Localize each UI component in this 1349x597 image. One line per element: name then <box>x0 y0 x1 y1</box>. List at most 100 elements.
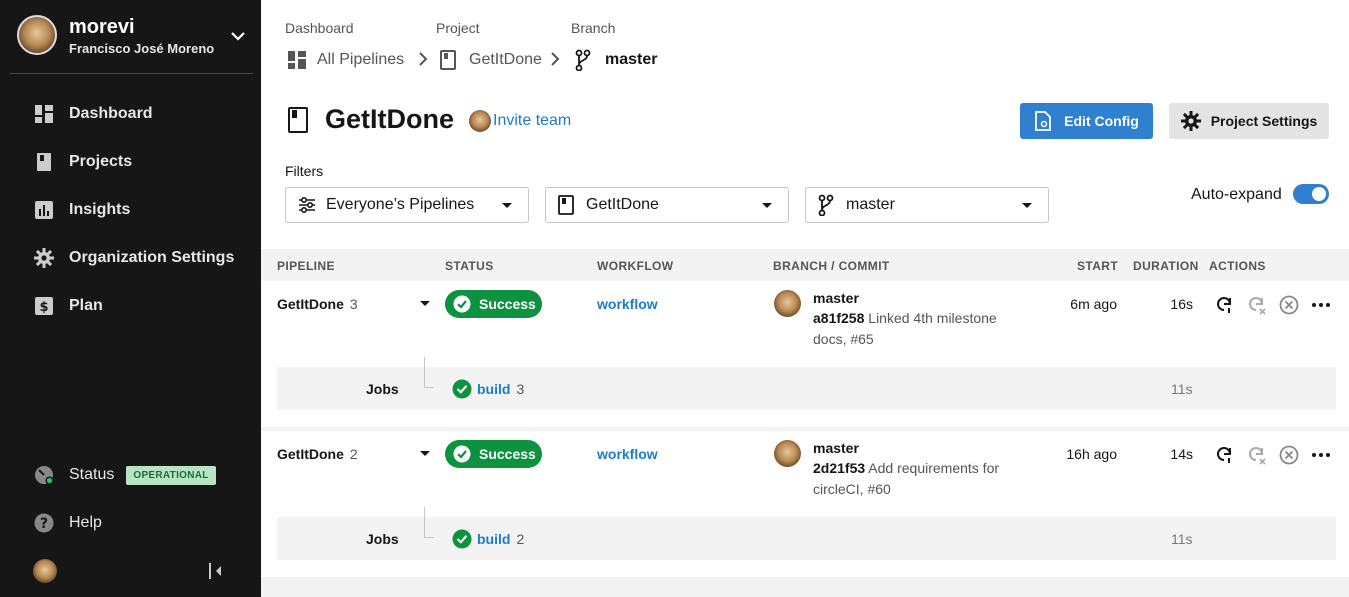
chevron-right-icon <box>551 52 560 66</box>
chevron-down-icon[interactable] <box>229 27 247 45</box>
status-badge[interactable]: Success <box>445 290 542 318</box>
help-label: Help <box>69 514 102 531</box>
column-header-pipeline: PIPELINE <box>277 259 335 273</box>
user-avatar[interactable] <box>33 559 57 583</box>
breadcrumb-all-pipelines[interactable]: All Pipelines <box>287 48 404 72</box>
edit-config-button[interactable]: Edit Config <box>1020 103 1153 139</box>
auto-expand-toggle[interactable] <box>1293 184 1329 204</box>
sidebar-item-label: Insights <box>69 201 131 218</box>
file-config-icon <box>1034 111 1054 131</box>
project-icon <box>439 49 459 71</box>
rerun-icon[interactable] <box>1215 295 1235 315</box>
branch-icon <box>575 49 595 71</box>
breadcrumb-text: All Pipelines <box>317 51 405 68</box>
breadcrumb-label-branch: Branch <box>571 20 616 36</box>
rerun-failed-icon[interactable] <box>1247 445 1267 465</box>
branch-name[interactable]: master <box>813 290 859 306</box>
pipelines-filter-select[interactable]: Everyone’s Pipelines <box>285 187 529 223</box>
project-icon <box>288 107 308 133</box>
rerun-icon[interactable] <box>1215 445 1235 465</box>
page-title: GetItDone <box>325 104 455 134</box>
org-user-name: Francisco José Moreno <box>69 41 215 56</box>
branch-name[interactable]: master <box>813 440 859 456</box>
project-settings-button[interactable]: Project Settings <box>1169 103 1329 139</box>
more-options-icon[interactable] <box>1311 445 1331 465</box>
status-badge[interactable]: Success <box>445 440 542 468</box>
workflow-link[interactable]: workflow <box>597 296 658 312</box>
breadcrumb-label-project: Project <box>436 20 480 36</box>
status-label: Status <box>69 466 115 483</box>
commit-sha[interactable]: 2d21f53 <box>813 460 865 476</box>
cancel-icon[interactable] <box>1279 295 1299 315</box>
sidebar-item-help[interactable]: ? Help <box>34 511 102 535</box>
pipeline-name: GetItDone <box>277 446 344 462</box>
collapse-sidebar-icon[interactable] <box>207 561 225 581</box>
sidebar-item-plan[interactable]: $ Plan <box>34 294 103 318</box>
sidebar-item-label: Organization Settings <box>69 249 235 266</box>
pipeline-number: 3 <box>349 296 358 312</box>
job-duration: 11s <box>1171 381 1193 397</box>
gear-icon <box>1180 111 1201 131</box>
select-value: master <box>846 196 895 213</box>
select-value: Everyone’s Pipelines <box>326 196 475 213</box>
sidebar-item-organization-settings[interactable]: Organization Settings <box>34 246 234 270</box>
breadcrumb-branch[interactable]: master <box>575 48 657 72</box>
rerun-failed-icon[interactable] <box>1247 295 1267 315</box>
svg-text:?: ? <box>40 516 48 532</box>
jobs-label: Jobs <box>366 381 399 397</box>
cancel-icon[interactable] <box>1279 445 1299 465</box>
column-header-start: START <box>1077 259 1119 273</box>
project-filter-select[interactable]: GetItDone <box>545 187 789 223</box>
sidebar: morevi Francisco José Moreno Dashboard P… <box>0 0 261 597</box>
button-label: Project Settings <box>1210 113 1318 129</box>
org-switcher[interactable]: morevi Francisco José Moreno <box>17 15 253 59</box>
plan-icon: $ <box>34 296 54 316</box>
dashboard-icon <box>34 104 54 124</box>
more-options-icon[interactable] <box>1311 295 1331 315</box>
sidebar-item-label: Projects <box>69 153 133 170</box>
sidebar-item-status[interactable]: Status OPERATIONAL <box>34 463 216 487</box>
column-header-status: STATUS <box>445 259 494 273</box>
column-header-workflow: WORKFLOW <box>597 259 674 273</box>
job-link[interactable]: build 2 <box>477 531 524 547</box>
check-circle-icon <box>452 379 472 399</box>
expand-row-caret-icon[interactable] <box>420 451 430 456</box>
job-duration: 11s <box>1171 531 1193 547</box>
expand-row-caret-icon[interactable] <box>420 301 430 306</box>
branch-filter-select[interactable]: master <box>805 187 1049 223</box>
column-header-actions: ACTIONS <box>1209 259 1266 273</box>
sidebar-item-label: Dashboard <box>69 105 153 122</box>
invite-team-link[interactable]: Invite team <box>493 112 571 130</box>
sidebar-divider <box>10 73 253 74</box>
filters-label: Filters <box>285 163 324 179</box>
auto-expand-label: Auto-expand <box>1191 186 1282 203</box>
sidebar-item-dashboard[interactable]: Dashboard <box>34 102 153 126</box>
org-avatar <box>17 15 57 55</box>
button-label: Edit Config <box>1064 113 1139 129</box>
select-value: GetItDone <box>586 196 659 213</box>
chevron-right-icon <box>419 52 428 66</box>
pipeline-name: GetItDone <box>277 296 344 312</box>
pipeline-cell: GetItDone 2 <box>277 446 358 462</box>
start-time: 16h ago <box>1066 446 1117 462</box>
duration: 16s <box>1170 296 1193 312</box>
jobs-label: Jobs <box>366 531 399 547</box>
commit-sha[interactable]: a81f258 <box>813 310 864 326</box>
tree-connector <box>424 357 434 388</box>
job-link[interactable]: build 3 <box>477 381 524 397</box>
avatar <box>774 440 801 467</box>
job-number: 2 <box>516 531 525 547</box>
org-name: morevi <box>69 16 135 38</box>
breadcrumb-text: GetItDone <box>469 51 542 68</box>
sidebar-item-insights[interactable]: Insights <box>34 198 130 222</box>
project-icon <box>558 195 576 215</box>
insights-icon <box>34 200 54 220</box>
sidebar-item-projects[interactable]: Projects <box>34 150 132 174</box>
check-circle-icon <box>452 529 472 549</box>
jobs-row: Jobs build 3 11s <box>277 357 1336 410</box>
gear-icon <box>34 248 54 268</box>
breadcrumb-project[interactable]: GetItDone <box>439 48 542 72</box>
workflow-link[interactable]: workflow <box>597 446 658 462</box>
commit-info: 2d21f53 Add requirements for circleCI, #… <box>813 458 1023 500</box>
jobs-row: Jobs build 2 11s <box>277 507 1336 560</box>
